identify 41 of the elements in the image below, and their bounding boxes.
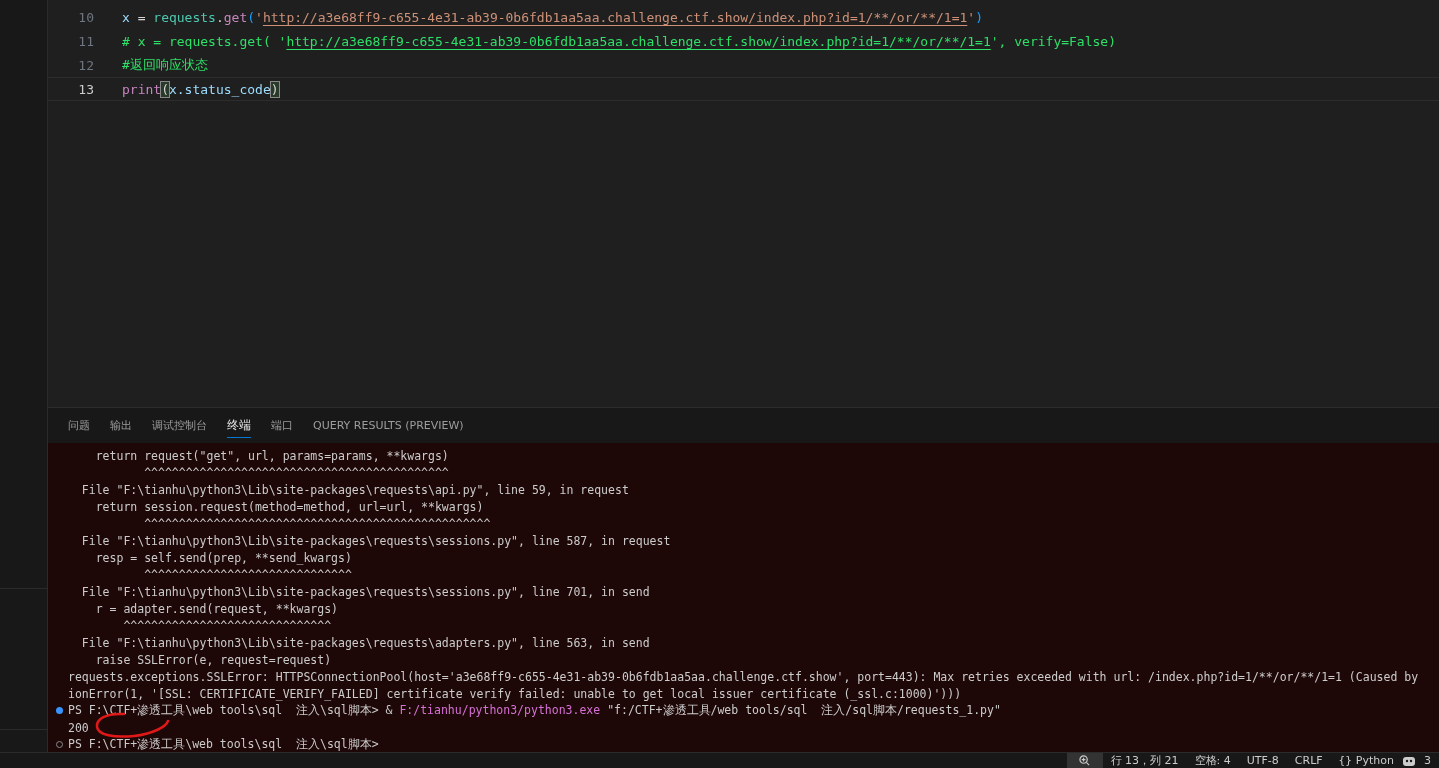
terminal-line: ^^^^^^^^^^^^^^^^^^^^^^^^^^^^^^^^^^^^^^^^^^^^^^^^^^ [143,516,491,531]
terminal-line: ionError(1, '[SSL: CERTIFICATE_VERIFY_FAILED] certificate verify failed: unable to get local issuer certificate (_ssl.c:1000)'))) [68,686,962,701]
language-mode[interactable]: {} Python [1330,754,1402,767]
code-line: # x = requests.get( 'http://a3e68ff9-c655-4e31-ab39-0b6fdb1aa5aa.challenge.ctf.show/index.php?id=1/**/or/**/1=1', verify=False) [122,33,1116,49]
terminal-line: resp = self.send(prep, **send_kwargs) [94,550,352,565]
copilot-icon[interactable] [1402,754,1416,767]
status-item[interactable]: CRLF [1286,754,1331,767]
terminal-line: File "F:\tianhu\python3\Lib\site-packages\requests\api.py", line 59, in request [80,482,629,497]
terminal-line: return request("get", url, params=params, **kwargs) [94,448,449,463]
panel-tab[interactable]: QUERY RESULTS (PREVIEW) [313,415,464,436]
terminal-line: PS F:\CTF+渗透工具\web tools\sql 注入\sql脚本> & F:/tianhu/python3/python3.exe "f:/CTF+渗透工具/web tools/sql 注入/sql脚本/requests_1.py" [68,703,1001,718]
code-line: print(x.status_code) [122,81,279,97]
code-line: x = requests.get('http://a3e68ff9-c655-4e31-ab39-0b6fdb1aa5aa.challenge.ctf.show/index.php?id=1/**/or/**/1=1') [122,9,983,25]
status-item[interactable]: 空格: 4 [1186,753,1239,768]
terminal-line: raise SSLError(e, request=request) [94,652,332,667]
panel-tab[interactable]: 问题 [68,414,90,437]
terminal-line: requests.exceptions.SSLError: HTTPSConnectionPool(host='a3e68ff9-c655-4e31-ab39-0b6fdb1aa5aa.challenge.ctf.show', port=443): Max retries exceeded with url: /index.php?id=1/**/or/**/1=1 (Caused by [68,669,1419,684]
line-number: 13 [77,81,95,97]
terminal-line: r = adapter.send(request, **kwargs) [94,601,339,616]
terminal-line: File "F:\tianhu\python3\Lib\site-packages\requests\sessions.py", line 587, in request [80,533,671,548]
braces-icon: {} [1338,754,1352,767]
panel-tab[interactable]: 调试控制台 [152,414,207,437]
line-number: 11 [77,33,95,49]
panel-tab[interactable]: 端口 [271,414,293,437]
terminal-line: File "F:\tianhu\python3\Lib\site-packages\requests\sessions.py", line 701, in send [80,584,650,599]
line-number: 12 [77,57,95,73]
line-number: 10 [77,9,95,25]
terminal-line: 200 [68,720,89,735]
status-item[interactable]: 3 [1416,754,1439,767]
panel-tab[interactable]: 终端 [227,413,251,438]
terminal-line: ^^^^^^^^^^^^^^^^^^^^^^^^^^^^^^ [143,567,352,582]
terminal-line: ^^^^^^^^^^^^^^^^^^^^^^^^^^^^^^^^^^^^^^^^^^^^ [143,465,449,480]
terminal-line: return session.request(method=method, url=url, **kwargs) [94,499,484,514]
panel-tab[interactable]: 输出 [110,414,132,437]
terminal-line: File "F:\tianhu\python3\Lib\site-packages\requests\adapters.py", line 563, in send [80,635,650,650]
terminal-line: ^^^^^^^^^^^^^^^^^^^^^^^^^^^^^^ [122,618,332,633]
zoom-icon[interactable] [1066,753,1103,768]
status-item[interactable]: UTF-8 [1238,754,1287,767]
status-item[interactable]: 行 13，列 21 [1102,753,1187,768]
terminal-line: PS F:\CTF+渗透工具\web tools\sql 注入\sql脚本> [68,737,379,752]
code-line: #返回响应状态 [122,56,208,74]
